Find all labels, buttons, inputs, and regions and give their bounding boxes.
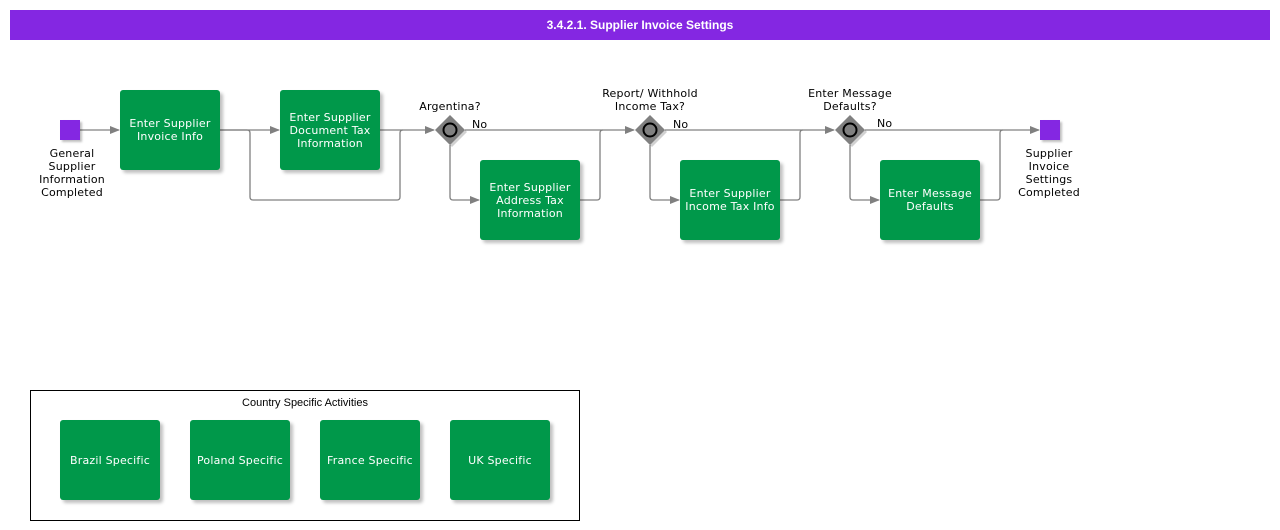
legend-title: Country Specific Activities [242, 397, 368, 409]
gateway-income-tax-question: Report/ Withhold Income Tax? [602, 87, 698, 113]
gateway-message-defaults-no-label: No [877, 117, 893, 130]
country-specific-legend: Country Specific Activities Brazil Speci… [30, 390, 580, 521]
gateway-circle-icon [642, 122, 658, 138]
start-event-label: General Supplier Information Completed [39, 147, 105, 199]
gateway-message-defaults-question: Enter Message Defaults? [808, 87, 892, 113]
gateway-circle-icon [842, 122, 858, 138]
gateway-argentina[interactable] [435, 115, 467, 147]
task-enter-supplier-document-tax[interactable]: Enter Supplier Document Tax Information [280, 90, 380, 170]
gateway-argentina-question: Argentina? [419, 100, 481, 113]
flow-g2-to-t4 [649, 145, 680, 204]
legend-item-brazil[interactable]: Brazil Specific [60, 420, 160, 500]
legend-item-poland[interactable]: Poland Specific [190, 420, 290, 500]
gateway-income-tax-no-label: No [673, 118, 689, 131]
flow-g1-to-t3 [449, 145, 480, 204]
end-event[interactable] [1040, 120, 1060, 140]
flow-g3-to-t5 [849, 145, 880, 204]
gateway-message-defaults[interactable] [835, 115, 867, 147]
task-enter-message-defaults[interactable]: Enter Message Defaults [880, 160, 980, 240]
task-enter-supplier-invoice-info[interactable]: Enter Supplier Invoice Info [120, 90, 220, 170]
flow-t3-to-g2 [580, 129, 604, 201]
flow-t5-to-end [980, 129, 1004, 201]
end-event-label: Supplier Invoice Settings Completed [1018, 147, 1080, 199]
legend-item-uk[interactable]: UK Specific [450, 420, 550, 500]
gateway-income-tax[interactable] [635, 115, 667, 147]
gateway-argentina-no-label: No [472, 118, 488, 131]
legend-item-france[interactable]: France Specific [320, 420, 420, 500]
start-event[interactable] [60, 120, 80, 140]
flow-t4-to-g3 [780, 129, 804, 201]
task-enter-supplier-income-tax[interactable]: Enter Supplier Income Tax Info [680, 160, 780, 240]
gateway-circle-icon [442, 122, 458, 138]
task-enter-supplier-address-tax[interactable]: Enter Supplier Address Tax Information [480, 160, 580, 240]
